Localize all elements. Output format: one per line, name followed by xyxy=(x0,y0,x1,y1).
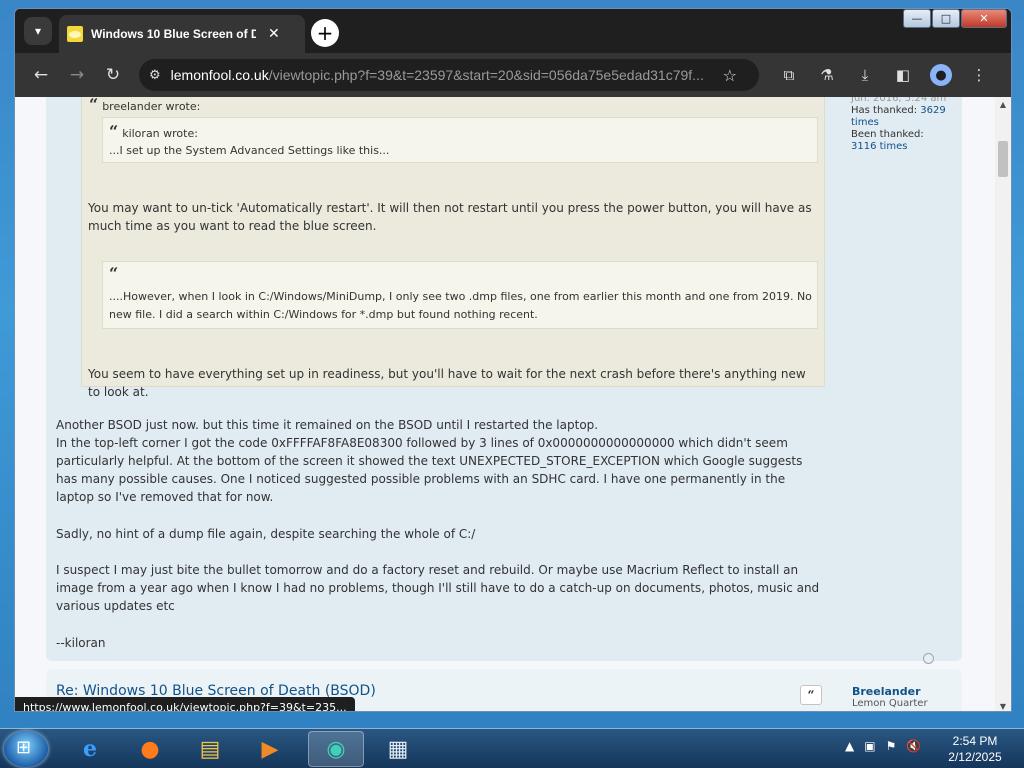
been-thanked-label: Been thanked: xyxy=(851,129,924,140)
url-text[interactable]: lemonfool.co.uk/viewtopic.php?f=39&t=235… xyxy=(171,67,717,83)
close-tab-icon[interactable]: ✕ xyxy=(268,26,280,42)
maximize-button[interactable]: □ xyxy=(932,9,960,28)
tab-search-button[interactable]: ▾ xyxy=(24,17,52,45)
clock-time: 2:54 PM xyxy=(952,734,998,748)
url-host: lemonfool.co.uk xyxy=(170,67,269,83)
quote-mark-icon: “ xyxy=(109,264,119,283)
post-body-p1: Another BSOD just now. but this time it … xyxy=(56,418,599,432)
tab-title: Windows 10 Blue Screen of De xyxy=(91,27,256,41)
post-body-p2: In the top-left corner I got the code 0x… xyxy=(56,436,803,504)
second-quote: “ ....However, when I look in C:/Windows… xyxy=(102,261,818,329)
show-hidden-icons-icon[interactable]: ▲ xyxy=(845,739,854,753)
labs-flask-icon[interactable]: ⚗ xyxy=(811,59,843,91)
forward-arrow-icon[interactable]: → xyxy=(59,57,95,93)
bookmark-star-icon[interactable]: ☆ xyxy=(723,66,737,85)
url-path: /viewtopic.php?f=39&t=23597&start=20&sid… xyxy=(268,67,704,83)
outer-quote: “breelander wrote: “kiloran wrote: ...I … xyxy=(81,97,825,399)
media-player-icon[interactable]: ▶ xyxy=(242,731,298,767)
lemon-favicon-icon xyxy=(67,26,83,42)
post-body-p3: Sadly, no hint of a dump file again, des… xyxy=(56,527,476,541)
next-post-rank: Lemon Quarter xyxy=(852,698,928,709)
signature: --kiloran xyxy=(56,636,106,650)
inner-quote-cite: “kiloran wrote: xyxy=(109,122,198,141)
taskbar: e ● ▤ ▶ ◉ ▦ ▲ ▣ ⚑ 🔇 2:54 PM 2/12/2025 xyxy=(0,728,1024,768)
toolbar-icons: ⧉ ⚗ ⤓ ◧ ● ⋮ xyxy=(773,59,995,91)
action-center-flag-icon[interactable]: ⚑ xyxy=(886,739,897,753)
forum-post: “breelander wrote: “kiloran wrote: ...I … xyxy=(46,97,962,661)
file-explorer-icon[interactable]: ▤ xyxy=(182,731,238,767)
next-post-author[interactable]: Breelander xyxy=(852,685,921,698)
reload-icon[interactable]: ↻ xyxy=(95,57,131,93)
quote-button[interactable]: “ xyxy=(800,685,822,705)
address-bar[interactable]: ⚙ lemonfool.co.uk/viewtopic.php?f=39&t=2… xyxy=(139,59,759,91)
menu-kebab-icon[interactable]: ⋮ xyxy=(963,59,995,91)
reply-text-1: You may want to un-tick 'Automatically r… xyxy=(88,201,812,233)
scroll-down-arrow-icon[interactable]: ▼ xyxy=(995,699,1011,711)
internet-explorer-icon[interactable]: e xyxy=(62,731,118,767)
inner-cite-text: kiloran wrote: xyxy=(122,127,198,140)
post-body-p4: I suspect I may just bite the bullet tom… xyxy=(56,563,820,613)
window-controls: — □ ✕ xyxy=(903,9,1007,28)
new-tab-button[interactable]: + xyxy=(311,19,339,47)
side-panel-icon[interactable]: ◧ xyxy=(887,59,919,91)
quote-mark-icon: “ xyxy=(89,97,99,114)
outer-cite-text: breelander wrote: xyxy=(102,100,201,113)
scroll-up-arrow-icon[interactable]: ▲ xyxy=(995,97,1011,111)
inner-quote-text: ...I set up the System Advanced Settings… xyxy=(109,144,390,157)
scroll-thumb[interactable] xyxy=(998,141,1008,177)
calculator-icon[interactable]: ▦ xyxy=(370,731,426,767)
firefox-icon[interactable]: ● xyxy=(122,731,178,767)
browser-window: ▾ Windows 10 Blue Screen of De ✕ + — □ ✕… xyxy=(14,8,1012,712)
been-thanked-value[interactable]: 3116 times xyxy=(851,141,961,153)
clock-date: 2/12/2025 xyxy=(948,750,1002,764)
back-to-top-icon[interactable] xyxy=(923,653,934,664)
back-arrow-icon[interactable]: ← xyxy=(23,57,59,93)
browser-toolbar: ← → ↻ ⚙ lemonfool.co.uk/viewtopic.php?f=… xyxy=(15,53,1011,97)
quote-mark-icon: “ xyxy=(109,122,119,141)
download-icon[interactable]: ⤓ xyxy=(849,59,881,91)
person-icon: ● xyxy=(930,64,952,86)
has-thanked-unit[interactable]: times xyxy=(851,117,961,129)
extensions-icon[interactable]: ⧉ xyxy=(773,59,805,91)
tab-strip: ▾ Windows 10 Blue Screen of De ✕ + — □ ✕ xyxy=(15,9,1011,53)
page-scrollbar[interactable]: ▲ ▼ xyxy=(995,97,1011,711)
author-profile: Jun. 2016, 5:24 am Has thanked: 3629 tim… xyxy=(851,97,961,153)
site-info-icon[interactable]: ⚙ xyxy=(149,68,161,83)
link-status-bubble: https://www.lemonfool.co.uk/viewtopic.ph… xyxy=(15,697,355,711)
chrome-browser-icon[interactable]: ◉ xyxy=(308,731,364,767)
clock[interactable]: 2:54 PM 2/12/2025 xyxy=(940,733,1010,765)
system-tray: ▲ ▣ ⚑ 🔇 xyxy=(845,739,921,753)
minimize-button[interactable]: — xyxy=(903,9,931,28)
has-thanked-value[interactable]: 3629 xyxy=(920,105,945,116)
volume-muted-icon[interactable]: 🔇 xyxy=(906,739,921,753)
inner-quote: “kiloran wrote: ...I set up the System A… xyxy=(102,117,818,163)
start-button[interactable] xyxy=(4,731,48,767)
profile-avatar[interactable]: ● xyxy=(925,59,957,91)
close-window-button[interactable]: ✕ xyxy=(961,9,1007,28)
outer-quote-cite: “breelander wrote: xyxy=(89,97,200,114)
page-viewport: “breelander wrote: “kiloran wrote: ...I … xyxy=(15,97,1011,711)
joined-date: Jun. 2016, 5:24 am xyxy=(851,97,947,104)
second-quote-text: ....However, when I look in C:/Windows/M… xyxy=(109,290,812,321)
browser-tab[interactable]: Windows 10 Blue Screen of De ✕ xyxy=(59,15,305,53)
chevron-down-icon: ▾ xyxy=(34,24,42,38)
reply-text-2: You seem to have everything set up in re… xyxy=(88,367,806,399)
network-icon[interactable]: ▣ xyxy=(864,739,875,753)
has-thanked-label: Has thanked: xyxy=(851,105,918,116)
